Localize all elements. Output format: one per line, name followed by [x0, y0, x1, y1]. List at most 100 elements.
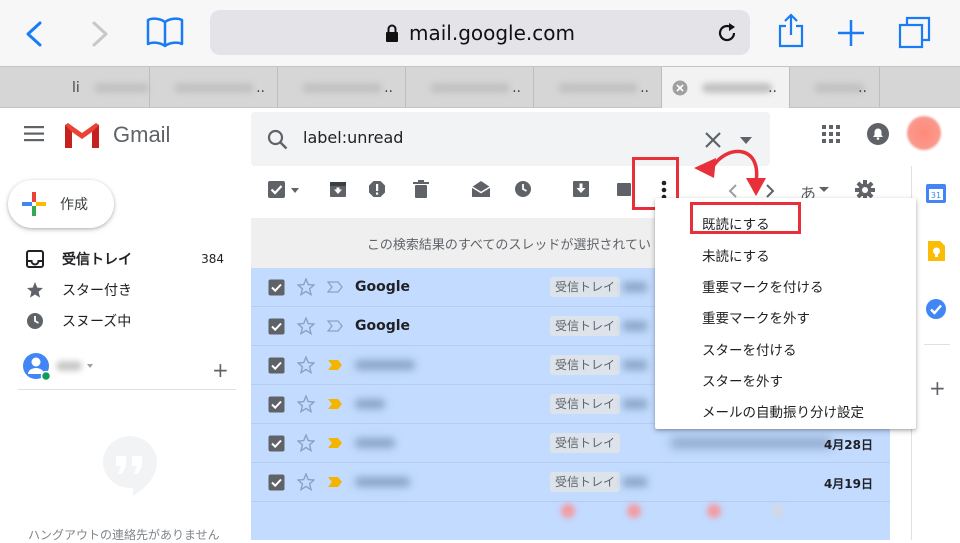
new-tab-icon[interactable] [836, 18, 866, 48]
report-spam-icon[interactable] [368, 180, 386, 198]
browser-tab[interactable]: li [0, 67, 150, 108]
selection-banner: この検索結果のすべてのスレッドが選択されてい [251, 218, 661, 268]
browser-toolbar: mail.google.com [0, 0, 960, 66]
keep-icon[interactable] [925, 240, 947, 262]
gmail-m-icon [64, 122, 100, 148]
mail-label-chip[interactable]: 受信トレイ [550, 277, 621, 297]
search-input[interactable]: label:unread [303, 128, 403, 147]
label-icon[interactable] [617, 180, 631, 198]
sidebar-item-label: スヌーズ中 [62, 314, 132, 330]
mark-as-read-icon[interactable] [471, 180, 491, 198]
delete-icon[interactable] [413, 180, 429, 198]
more-options-menu: 既読にする 未読にする 重要マークを付ける 重要マークを外す スターを付ける ス… [655, 198, 916, 429]
select-all-checkbox[interactable] [267, 180, 301, 200]
selection-banner-text: この検索結果のすべてのスレッドが選択されてい [366, 237, 651, 253]
calendar-icon[interactable]: 31 [925, 182, 947, 204]
row-checkbox[interactable] [268, 435, 285, 452]
mail-label-chip[interactable]: 受信トレイ [550, 355, 621, 375]
mail-row[interactable]: 受信トレイ 4月19日 [251, 463, 890, 502]
divider [18, 389, 236, 390]
mail-label-chip[interactable]: 受信トレイ [550, 472, 621, 492]
star-toggle-icon[interactable] [297, 356, 315, 374]
clock-icon [27, 313, 43, 329]
importance-marker-icon[interactable] [327, 398, 343, 410]
gmail-logo-text: Gmail [113, 122, 171, 147]
mail-row[interactable]: 受信トレイ 4月28日 [251, 424, 890, 463]
sidebar-item-starred[interactable]: スター付き [26, 278, 226, 302]
inbox-icon [26, 250, 44, 268]
menu-item-remove-star[interactable]: スターを外す [655, 367, 916, 398]
menu-item-add-star[interactable]: スターを付ける [655, 336, 916, 367]
hangouts-add-button[interactable]: + [212, 358, 229, 382]
browser-tab[interactable]: .. [406, 67, 534, 108]
star-toggle-icon[interactable] [297, 395, 315, 413]
compose-label: 作成 [60, 197, 88, 213]
hangouts-icon [102, 436, 157, 496]
importance-marker-icon[interactable] [327, 320, 343, 332]
main-menu-icon[interactable] [24, 126, 46, 142]
sidebar-item-inbox[interactable]: 受信トレイ 384 [26, 247, 226, 271]
row-checkbox[interactable] [268, 318, 285, 335]
star-toggle-icon[interactable] [297, 317, 315, 335]
hangouts-empty-text: ハングアウトの連絡先がありません [28, 528, 220, 542]
importance-marker-icon[interactable] [327, 359, 343, 371]
browser-tab[interactable]: .. [150, 67, 278, 108]
browser-tab-active[interactable]: .. [662, 67, 790, 108]
importance-marker-icon[interactable] [327, 281, 343, 293]
star-toggle-icon[interactable] [297, 473, 315, 491]
compose-button[interactable]: 作成 [8, 180, 114, 228]
browser-tab[interactable]: .. [790, 67, 880, 108]
menu-item-filter-messages[interactable]: メールの自動振り分け設定 [655, 398, 916, 429]
mail-sender-redacted [355, 477, 410, 487]
unread-count: 384 [201, 252, 224, 266]
browser-tab[interactable]: .. [534, 67, 662, 108]
mail-label-chip[interactable]: 受信トレイ [550, 433, 621, 453]
svg-text:31: 31 [931, 191, 941, 200]
menu-item-mark-unread[interactable]: 未読にする [655, 242, 916, 273]
gmail-app: Gmail label:unread 作成 受信トレイ 384 スター付き スヌ… [0, 108, 960, 542]
row-checkbox[interactable] [268, 474, 285, 491]
search-icon[interactable] [267, 129, 289, 151]
sidebar-item-snoozed[interactable]: スヌーズ中 [26, 309, 226, 333]
menu-item-mark-important[interactable]: 重要マークを付ける [655, 273, 916, 304]
share-icon[interactable] [776, 12, 806, 48]
mail-sender-redacted [355, 399, 385, 409]
forward-icon[interactable] [90, 20, 110, 48]
hangouts-user[interactable] [22, 352, 102, 382]
compose-plus-icon [22, 192, 46, 216]
snooze-icon[interactable] [514, 180, 532, 198]
sidebar-item-label: 受信トレイ [62, 252, 132, 268]
mail-label-chip[interactable]: 受信トレイ [550, 394, 621, 414]
importance-marker-icon[interactable] [327, 476, 343, 488]
apps-grid-icon[interactable] [822, 125, 840, 143]
browser-tab[interactable]: .. [278, 67, 406, 108]
browser-tab-strip: li .. .. .. .. .. .. [0, 66, 960, 108]
account-avatar[interactable] [907, 116, 941, 150]
star-toggle-icon[interactable] [297, 434, 315, 452]
bookmarks-icon[interactable] [146, 16, 184, 48]
archive-icon[interactable] [329, 180, 347, 198]
tabs-overview-icon[interactable] [898, 16, 932, 50]
reload-icon[interactable] [716, 22, 738, 44]
lock-icon [385, 24, 398, 42]
input-tools-dropdown-icon[interactable] [819, 187, 829, 193]
notifications-icon[interactable] [866, 122, 890, 146]
row-checkbox[interactable] [268, 357, 285, 374]
tasks-icon[interactable] [925, 298, 947, 320]
star-toggle-icon[interactable] [297, 278, 315, 296]
row-checkbox[interactable] [268, 279, 285, 296]
move-to-inbox-icon[interactable] [572, 180, 590, 198]
row-checkbox[interactable] [268, 396, 285, 413]
mail-label-chip[interactable]: 受信トレイ [550, 316, 621, 336]
mail-sender: Google [355, 279, 411, 295]
settings-gear-icon[interactable] [855, 180, 875, 200]
importance-marker-icon[interactable] [327, 437, 343, 449]
back-icon[interactable] [24, 20, 44, 48]
url-field[interactable]: mail.google.com [210, 10, 750, 55]
close-tab-icon[interactable] [672, 80, 688, 96]
gmail-logo[interactable]: Gmail [63, 121, 170, 149]
get-addons-button[interactable]: + [929, 376, 946, 400]
menu-item-mark-not-important[interactable]: 重要マークを外す [655, 304, 916, 335]
mail-date: 4月19日 [823, 477, 873, 491]
mail-date: 4月28日 [823, 438, 873, 452]
